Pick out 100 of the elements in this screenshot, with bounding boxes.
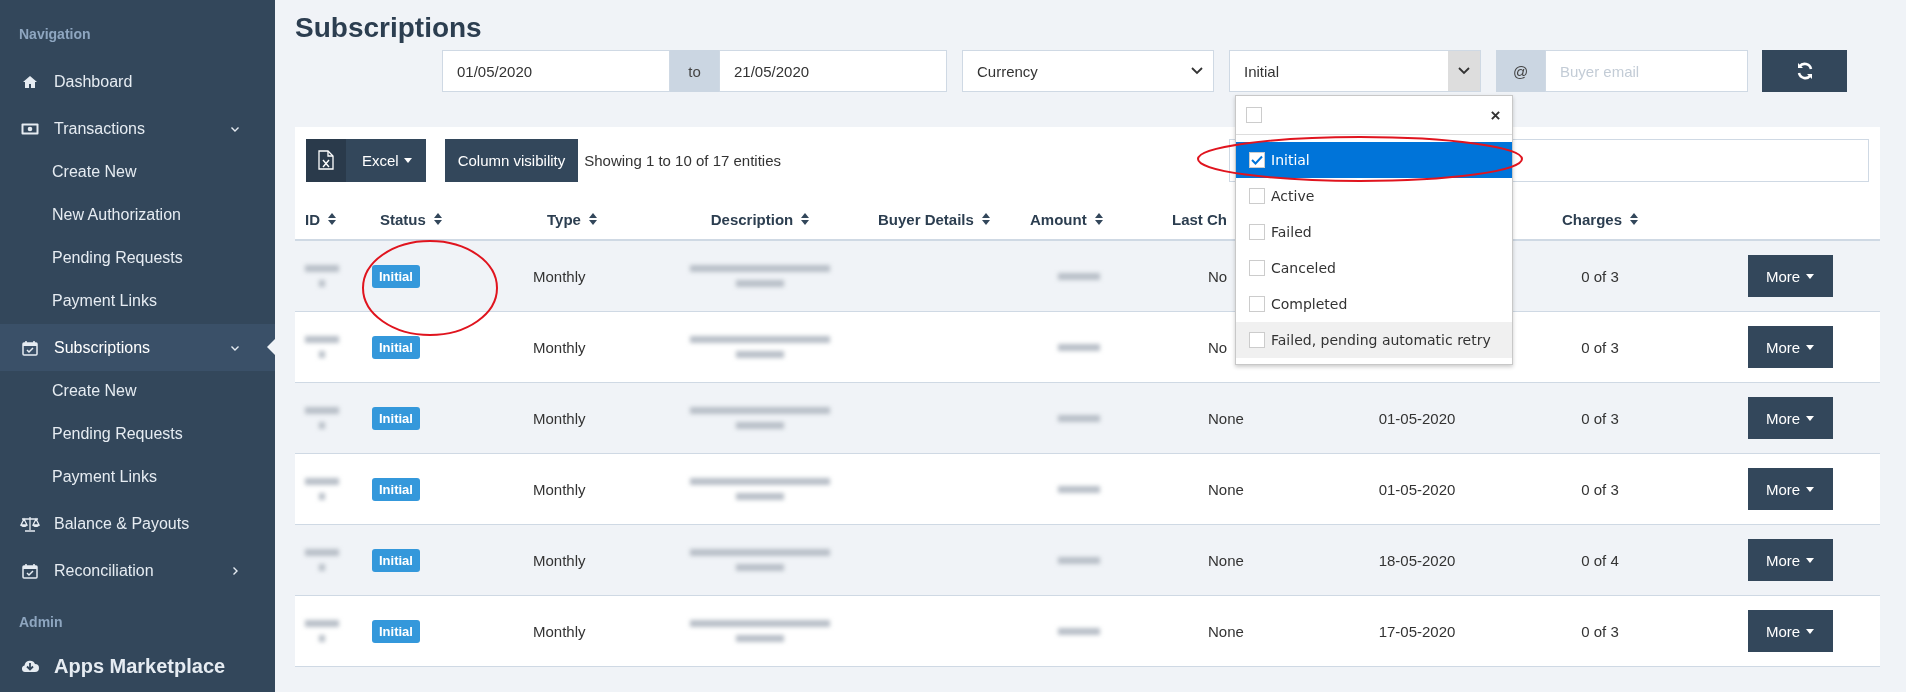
checkbox[interactable]	[1249, 296, 1265, 312]
table-cell: None	[1208, 551, 1244, 569]
column-header[interactable]: Status	[362, 197, 515, 241]
nav-item[interactable]: Subscriptions	[0, 324, 275, 371]
caret-icon	[1806, 628, 1815, 634]
date-from-field[interactable]: 01/05/2020	[442, 50, 670, 92]
banknote-icon	[20, 122, 40, 135]
caret-icon	[1806, 273, 1815, 279]
status-badge: Initial	[372, 477, 420, 501]
table-cell: None	[1208, 409, 1244, 427]
column-header[interactable]: Buyer Details	[860, 197, 1020, 241]
nav-subitem[interactable]: New Authorization	[0, 195, 275, 238]
nav-item[interactable]: Reconciliation	[0, 547, 275, 594]
sort-icon	[1630, 213, 1638, 225]
excel-file-icon	[318, 150, 334, 170]
checkbox[interactable]	[1249, 260, 1265, 276]
more-button[interactable]: More	[1747, 397, 1833, 439]
select-all-checkbox[interactable]	[1246, 107, 1262, 123]
status-badge: Initial	[372, 264, 420, 288]
calendar-check-icon	[20, 339, 40, 356]
blurred-text	[1058, 272, 1100, 280]
status-badge: Initial	[372, 406, 420, 430]
blurred-text	[305, 265, 339, 287]
nav-item[interactable]: Transactions	[0, 105, 275, 152]
nav-subitem[interactable]: Pending Requests	[0, 414, 275, 457]
column-header[interactable]: Amount	[1020, 197, 1130, 241]
caret-icon	[1806, 557, 1815, 563]
chevron-down-icon	[1458, 67, 1470, 75]
column-header[interactable]: Description	[660, 197, 860, 241]
calendar-check-icon	[20, 562, 40, 579]
more-button[interactable]: More	[1747, 468, 1833, 510]
range-separator: to	[670, 50, 719, 92]
nav-item[interactable]: Dashboard	[0, 58, 275, 105]
table-cell: None	[1208, 622, 1244, 640]
blurred-text	[305, 407, 339, 429]
refresh-button[interactable]	[1762, 50, 1847, 92]
currency-select[interactable]: Currency	[962, 50, 1214, 92]
blurred-text	[305, 620, 339, 642]
chevron-down-icon	[1191, 67, 1203, 75]
checkbox[interactable]	[1249, 152, 1265, 168]
section-heading: Navigation	[18, 26, 92, 44]
blurred-text	[1058, 627, 1100, 635]
status-badge: Initial	[372, 335, 420, 359]
table-cell: 01-05-2020	[1378, 480, 1456, 498]
table-cell-text: Monthly	[532, 337, 587, 358]
entries-info: Showing 1 to 10 of 17 entities	[584, 151, 782, 169]
more-button[interactable]: More	[1747, 539, 1833, 581]
table-cell-text: 0 of 4	[1580, 550, 1620, 571]
table-cell-text: 0 of 3	[1580, 479, 1620, 500]
table-cell: 01-05-2020	[1378, 409, 1456, 427]
sort-icon	[588, 213, 597, 225]
column-header[interactable]: ID	[295, 197, 362, 241]
more-button[interactable]: More	[1747, 610, 1833, 652]
scale-icon	[20, 515, 40, 532]
table-cell-text: Monthly	[532, 550, 587, 571]
table-cell: No	[1208, 267, 1228, 285]
caret-icon	[1806, 486, 1815, 492]
nav-subitem[interactable]: Pending Requests	[0, 238, 275, 281]
status-option[interactable]: Active	[1236, 178, 1512, 214]
checkbox[interactable]	[1249, 188, 1265, 204]
more-button[interactable]: More	[1747, 326, 1833, 368]
checkbox[interactable]	[1249, 224, 1265, 240]
more-button[interactable]: More	[1747, 255, 1833, 297]
table-cell: None	[1208, 480, 1244, 498]
table-cell-text: 0 of 3	[1580, 621, 1620, 642]
status-option[interactable]: Failed, pending automatic retry	[1236, 322, 1512, 358]
nav-subitem[interactable]: Payment Links	[0, 281, 275, 324]
blurred-text	[1058, 343, 1100, 351]
section-heading: Admin	[18, 614, 64, 632]
table-cell-text: Monthly	[532, 621, 587, 642]
nav-item[interactable]: Apps Marketplace	[0, 646, 275, 686]
table-cell-text: 0 of 3	[1580, 408, 1620, 429]
close-icon[interactable]	[1491, 110, 1500, 120]
sort-icon	[801, 213, 810, 225]
cloud-download-icon	[20, 658, 40, 674]
status-option[interactable]: Completed	[1236, 286, 1512, 322]
table-cell-text: 0 of 3	[1580, 266, 1620, 287]
status-option[interactable]: Canceled	[1236, 250, 1512, 286]
blurred-text	[1058, 414, 1100, 422]
status-option[interactable]: Failed	[1236, 214, 1512, 250]
column-header[interactable]: Type	[515, 197, 660, 241]
blurred-text	[305, 336, 339, 358]
table-cell-text: Monthly	[532, 408, 587, 429]
table-cell: 18-05-2020	[1378, 551, 1456, 569]
status-option[interactable]: Initial	[1236, 142, 1512, 178]
excel-button[interactable]: Excel	[306, 138, 426, 182]
nav-subitem[interactable]: Create New	[0, 371, 275, 414]
caret-icon	[403, 157, 412, 163]
nav-subitem[interactable]: Payment Links	[0, 457, 275, 500]
nav-subitem[interactable]: Create New	[0, 152, 275, 195]
checkbox[interactable]	[1249, 332, 1265, 348]
nav-item[interactable]: Balance & Payouts	[0, 500, 275, 547]
sort-icon	[981, 213, 990, 225]
table-cell: 17-05-2020	[1378, 622, 1456, 640]
email-field[interactable]: Buyer email	[1545, 50, 1748, 92]
status-select[interactable]: Initial	[1229, 50, 1481, 92]
caret-icon	[1806, 344, 1815, 350]
date-to-field[interactable]: 21/05/2020	[719, 50, 947, 92]
column-visibility-button[interactable]: Column visibility	[444, 138, 579, 182]
sort-icon	[433, 213, 442, 225]
